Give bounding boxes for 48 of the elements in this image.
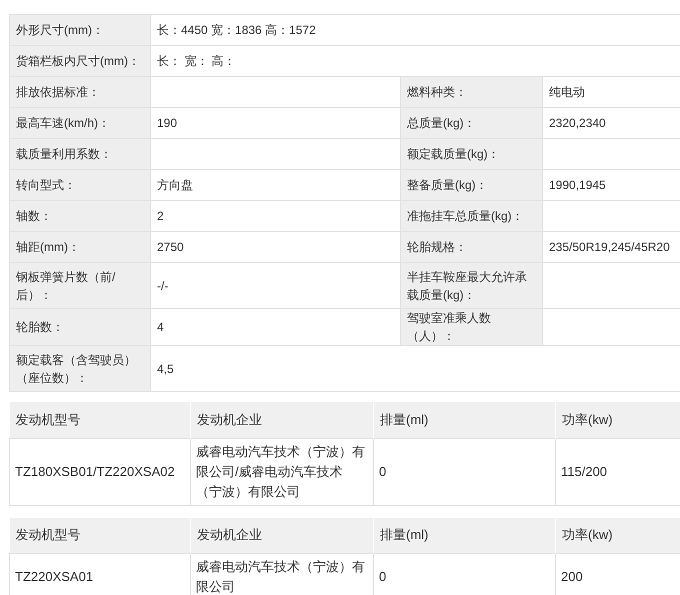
column-header: 发动机型号	[16, 412, 80, 427]
field-value: 2320,2340	[549, 116, 606, 130]
field-label: 轴数：	[16, 208, 53, 225]
field-label: 最高车速(km/h)：	[16, 115, 111, 132]
field-value: 235/50R19,245/45R20	[549, 240, 670, 254]
table-cell-text: 200	[561, 568, 584, 586]
field-label: 半挂车鞍座最大允许承载质量(kg)：	[407, 268, 528, 304]
field-value: 2	[157, 209, 164, 223]
field-label: 轴距(mm)：	[16, 239, 81, 256]
field-label: 外形尺寸(mm)：	[16, 22, 105, 39]
field-label: 货箱栏板内尺寸(mm)：	[16, 53, 141, 70]
field-label: 钢板弹簧片数（前/后）：	[16, 268, 116, 304]
field-label: 总质量(kg)：	[407, 115, 477, 132]
field-label: 驾驶室准乘人数（人）：	[407, 310, 492, 345]
field-value: 2750	[157, 240, 184, 254]
field-value: 纯电动	[549, 85, 585, 99]
column-header: 发动机企业	[197, 527, 262, 542]
field-label: 额定载客（含驾驶员）（座位数）：	[16, 352, 137, 386]
field-label: 轮胎数：	[16, 319, 65, 336]
table-cell-text: TZ180XSB01/TZ220XSA02	[15, 462, 176, 480]
column-header: 发动机企业	[197, 412, 262, 427]
field-value: 190	[157, 116, 178, 130]
field-label: 排放依据标准：	[16, 84, 101, 101]
field-label: 准拖挂车总质量(kg)：	[407, 208, 525, 225]
field-value: 4	[157, 320, 164, 334]
column-header: 排量(ml)	[380, 527, 428, 542]
table-cell-text: 0	[379, 568, 388, 586]
table-cell-text: 威睿电动汽车技术（宁波）有限公司/威睿电动汽车技术（宁波）有限公司	[196, 442, 366, 500]
field-label: 燃料种类：	[407, 84, 468, 101]
field-value: 长：4450 宽：1836 高：1572	[157, 23, 316, 37]
table-cell-text: TZ220XSA01	[15, 568, 94, 586]
field-value: 4,5	[157, 362, 174, 376]
field-label: 轮胎规格：	[407, 239, 468, 256]
table-cell-text: 115/200	[561, 462, 608, 480]
column-header: 功率(kw)	[562, 527, 613, 542]
field-label: 整备质量(kg)：	[407, 177, 489, 194]
field-label: 载质量利用系数：	[16, 146, 113, 163]
field-value: -/-	[157, 278, 168, 292]
column-header: 功率(kw)	[562, 412, 613, 427]
column-header: 排量(ml)	[380, 412, 428, 427]
field-label: 转向型式：	[16, 177, 77, 194]
table-cell-text: 0	[379, 462, 388, 480]
table-cell-text: 威睿电动汽车技术（宁波）有限公司	[196, 558, 366, 595]
field-value: 长： 宽： 高：	[157, 54, 236, 68]
field-value: 方向盘	[157, 178, 193, 192]
field-value: 1990,1945	[549, 178, 606, 192]
field-label: 额定载质量(kg)：	[407, 146, 501, 163]
column-header: 发动机型号	[16, 527, 80, 542]
